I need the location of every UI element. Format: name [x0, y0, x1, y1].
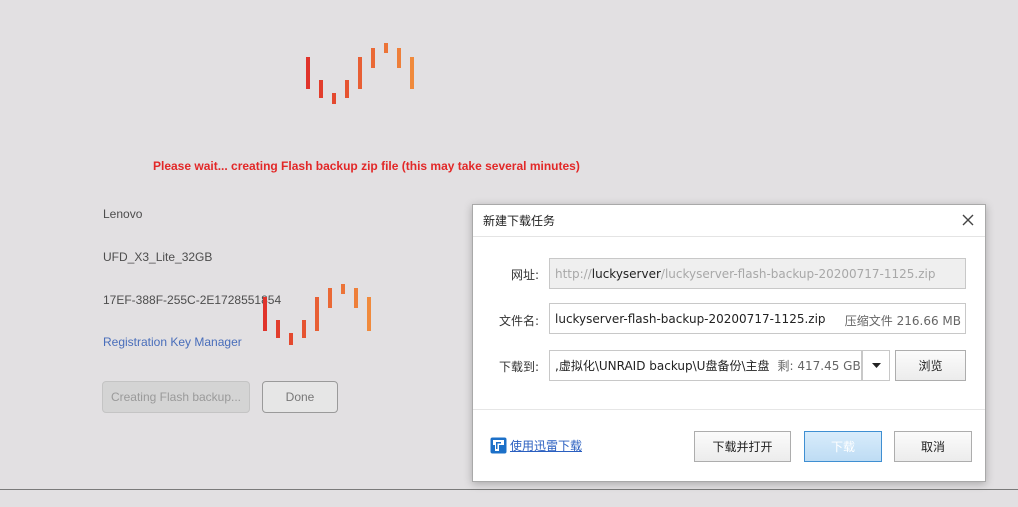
device-product: UFD_X3_Lite_32GB	[103, 250, 213, 264]
url-prefix: http://	[555, 266, 592, 281]
filename-field[interactable]: luckyserver-flash-backup-20200717-1125.z…	[549, 303, 966, 334]
dialog-divider	[473, 409, 985, 410]
thunder-link-label: 使用迅雷下载	[510, 439, 583, 453]
device-vendor: Lenovo	[103, 207, 143, 221]
url-host: luckyserver	[591, 266, 661, 281]
done-button[interactable]: Done	[262, 381, 338, 413]
download-button[interactable]: 下载	[804, 431, 882, 462]
filename-label: 文件名:	[498, 314, 539, 328]
loader-bar	[397, 48, 401, 68]
saveto-dropdown-button[interactable]	[862, 350, 890, 381]
loader-bar	[302, 320, 306, 338]
loader-bar	[341, 284, 345, 294]
device-guid: 17EF-388F-255C-2E1728551854	[103, 293, 282, 307]
url-label: 网址:	[510, 268, 539, 282]
use-thunder-download-link[interactable]: 使用迅雷下载	[490, 437, 582, 454]
loader-bar	[371, 48, 375, 68]
divider	[0, 489, 1018, 490]
loader-bar	[332, 93, 336, 104]
wait-message: Please wait... creating Flash backup zip…	[153, 159, 580, 173]
loader-bar	[306, 57, 310, 89]
saveto-label: 下载到:	[498, 360, 539, 374]
loader-bar	[289, 333, 293, 345]
url-field[interactable]: http://luckyserver/luckyserver-flash-bac…	[549, 258, 966, 289]
dialog-title: 新建下载任务	[483, 214, 556, 228]
loader-bar	[276, 320, 280, 338]
free-space-info: 剩: 417.45 GB	[777, 359, 861, 373]
file-info: 压缩文件 216.66 MB	[844, 314, 961, 328]
loader-bar	[328, 288, 332, 308]
loader-bar	[315, 297, 319, 331]
filename-value: luckyserver-flash-backup-20200717-1125.z…	[555, 311, 826, 326]
loader-bar	[354, 288, 358, 308]
saveto-field[interactable]: ,虚拟化\UNRAID backup\U盘备份\主盘 剩: 417.45 GB	[549, 350, 862, 381]
chevron-down-icon	[872, 363, 881, 368]
loader-bar	[358, 57, 362, 89]
registration-key-manager-link[interactable]: Registration Key Manager	[103, 335, 242, 349]
browse-button[interactable]: 浏览	[895, 350, 966, 381]
cancel-button[interactable]: 取消	[894, 431, 972, 462]
close-icon[interactable]	[959, 211, 977, 229]
url-path: /luckyserver-flash-backup-20200717-1125.…	[660, 266, 936, 281]
dialog-titlebar: 新建下载任务	[473, 205, 985, 237]
loader-bar	[367, 297, 371, 331]
creating-flash-backup-button[interactable]: Creating Flash backup...	[102, 381, 250, 413]
new-download-dialog: 新建下载任务 网址: http://luckyserver/luckyserve…	[472, 204, 986, 482]
loader-bar	[410, 57, 414, 89]
loader-bar	[384, 43, 388, 53]
loader-bar	[345, 80, 349, 98]
loader-bar	[319, 80, 323, 98]
download-and-open-button[interactable]: 下载并打开	[694, 431, 791, 462]
saveto-path: ,虚拟化\UNRAID backup\U盘备份\主盘	[555, 359, 770, 373]
loader-bar	[263, 297, 267, 331]
thunder-icon	[490, 437, 507, 454]
